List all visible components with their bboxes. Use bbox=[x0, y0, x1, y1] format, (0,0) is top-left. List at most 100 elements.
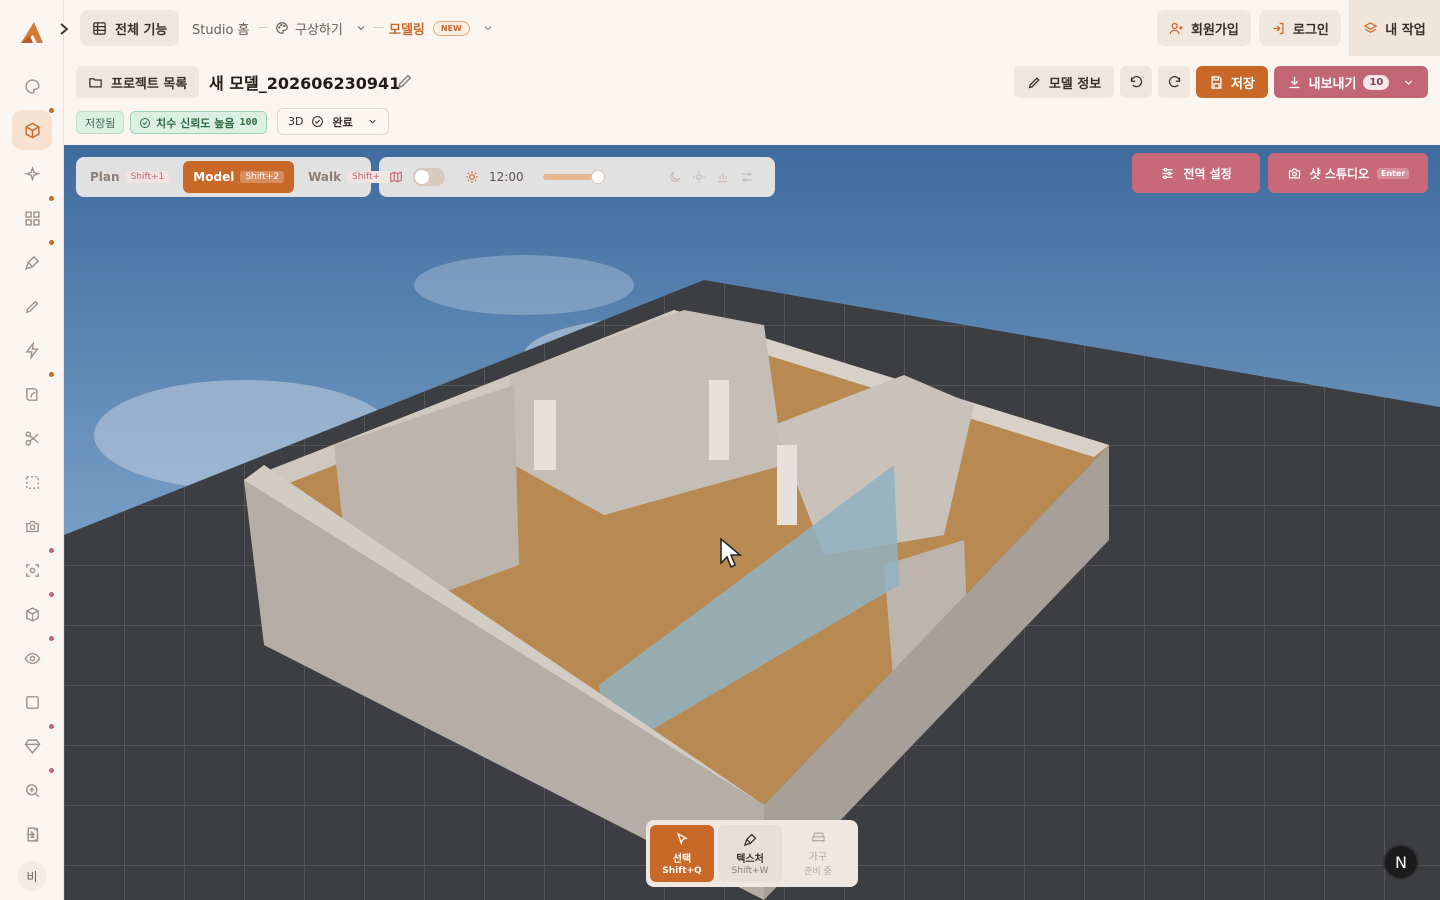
moon-icon[interactable] bbox=[668, 170, 682, 184]
my-work-button[interactable]: 내 작업 bbox=[1349, 0, 1440, 56]
brush-icon bbox=[743, 833, 756, 846]
palette-icon bbox=[24, 78, 40, 94]
tab-model[interactable]: Model Shift+2 bbox=[183, 161, 295, 193]
model-title: 새 모델_202606230941 bbox=[209, 74, 401, 93]
concept-menu[interactable]: 구상하기 bbox=[275, 10, 367, 46]
user-avatar[interactable]: 비 bbox=[17, 861, 47, 891]
select-tool-shortcut: Shift+Q bbox=[662, 865, 702, 876]
undo-button[interactable] bbox=[1120, 66, 1152, 98]
pencil-icon bbox=[1028, 76, 1040, 88]
breadcrumb-separator bbox=[374, 27, 384, 28]
time-slider[interactable] bbox=[543, 170, 608, 184]
sidebar-item-selection[interactable] bbox=[12, 462, 52, 502]
signup-button[interactable]: 회원가입 bbox=[1157, 10, 1251, 46]
export-button[interactable]: 내보내기 10 bbox=[1274, 66, 1428, 98]
sidebar-item-camera[interactable] bbox=[12, 506, 52, 546]
mode-dropdown[interactable]: 3D 완료 bbox=[277, 108, 389, 135]
modeling-menu[interactable]: 모델링 NEW bbox=[389, 10, 494, 46]
project-list-button[interactable]: 프로젝트 목록 bbox=[76, 66, 200, 98]
3d-viewport[interactable]: Plan Shift+1 Model Shift+2 Walk Shift+3 12:… bbox=[64, 145, 1440, 900]
book-leaf-icon bbox=[25, 387, 37, 401]
box-icon bbox=[25, 606, 39, 622]
sidebar-item-lightning[interactable] bbox=[12, 330, 52, 370]
select-tool-button[interactable]: 선택 Shift+Q bbox=[650, 825, 714, 882]
tab-plan[interactable]: Plan Shift+1 bbox=[80, 161, 179, 193]
export-count-badge: 10 bbox=[1363, 74, 1390, 90]
add-user-icon bbox=[1169, 22, 1183, 34]
eye-icon bbox=[24, 652, 40, 664]
sliders-icon[interactable] bbox=[740, 170, 754, 184]
check-circle-icon bbox=[312, 116, 324, 127]
sidebar-item-cube[interactable] bbox=[12, 108, 54, 150]
chart-icon[interactable] bbox=[716, 170, 730, 184]
sidebar-item-zoom[interactable] bbox=[12, 768, 54, 810]
redo-button[interactable] bbox=[1158, 66, 1190, 98]
chevron-down-icon bbox=[357, 26, 365, 31]
all-features-button[interactable]: 전체 기능 bbox=[80, 10, 180, 46]
settings-sliders-icon bbox=[1162, 167, 1173, 179]
grid-icon bbox=[24, 210, 40, 226]
brightness-icon[interactable] bbox=[692, 170, 706, 184]
app-logo-icon[interactable] bbox=[18, 18, 46, 46]
lightning-icon bbox=[24, 341, 39, 359]
sidebar-item-sparkle[interactable] bbox=[12, 154, 52, 194]
sidebar-item-scissors[interactable] bbox=[12, 418, 52, 458]
door bbox=[534, 400, 556, 470]
map-toggle[interactable] bbox=[413, 168, 445, 186]
tab-model-shortcut: Shift+2 bbox=[240, 171, 285, 183]
paint-brush-icon bbox=[24, 255, 39, 270]
sidebar-item-pencil[interactable] bbox=[12, 286, 52, 326]
save-label: 저장 bbox=[1231, 76, 1255, 92]
sidebar-item-square[interactable] bbox=[12, 682, 52, 722]
notification-dot bbox=[49, 724, 54, 729]
n-floating-button[interactable]: N bbox=[1383, 844, 1419, 880]
logout-button[interactable] bbox=[12, 814, 52, 854]
login-button[interactable]: 로그인 bbox=[1259, 10, 1341, 46]
redo-icon bbox=[1168, 75, 1180, 87]
furniture-tool-button[interactable]: 가구 준비 중 bbox=[786, 825, 850, 882]
map-icon[interactable] bbox=[389, 170, 403, 184]
confidence-value: 100 bbox=[239, 117, 258, 128]
zoom-icon bbox=[25, 783, 39, 797]
texture-tool-label: 텍스처 bbox=[736, 853, 764, 865]
sparkle-icon bbox=[24, 165, 40, 182]
texture-tool-button[interactable]: 텍스처 Shift+W bbox=[718, 825, 782, 882]
sidebar-item-palette[interactable] bbox=[12, 66, 52, 106]
sidebar-item-paint-brush[interactable] bbox=[12, 240, 54, 282]
notification-dot bbox=[49, 768, 54, 773]
sofa-icon bbox=[811, 832, 825, 842]
mode-state-label: 완료 bbox=[332, 115, 353, 129]
camera-icon bbox=[1288, 168, 1300, 178]
studio-home-link[interactable]: Studio 홈 bbox=[192, 10, 250, 46]
sidebar-item-book-leaf[interactable] bbox=[12, 372, 54, 414]
sidebar-item-scan[interactable] bbox=[12, 548, 54, 590]
time-value: 12:00 bbox=[489, 170, 524, 184]
square-icon bbox=[25, 695, 39, 709]
shot-studio-button[interactable]: 샷 스튜디오 Enter bbox=[1268, 153, 1428, 193]
3d-scene[interactable] bbox=[64, 145, 1440, 900]
tab-model-label: Model bbox=[193, 170, 235, 184]
check-circle-icon bbox=[140, 117, 150, 128]
notification-dot bbox=[49, 240, 54, 245]
scissors-icon bbox=[24, 430, 39, 446]
cube-icon bbox=[24, 122, 40, 138]
notification-dot bbox=[49, 196, 54, 201]
login-arrow-icon bbox=[26, 827, 38, 841]
sidebar: 비 bbox=[0, 0, 69, 900]
scan-icon bbox=[25, 563, 39, 577]
global-settings-button[interactable]: 전역 설정 bbox=[1132, 153, 1260, 193]
selection-icon bbox=[25, 475, 39, 489]
sidebar-item-eye[interactable] bbox=[12, 636, 54, 678]
gem-icon bbox=[24, 738, 40, 754]
sidebar-item-box[interactable] bbox=[12, 592, 54, 634]
notification-dot bbox=[49, 108, 54, 113]
model-info-label: 모델 정보 bbox=[1048, 76, 1102, 92]
confidence-label: 치수 신뢰도 높음 bbox=[156, 116, 235, 130]
save-button[interactable]: 저장 bbox=[1196, 66, 1268, 98]
edit-pencil-icon[interactable] bbox=[396, 72, 414, 90]
sidebar-item-gem[interactable] bbox=[12, 724, 54, 766]
model-info-button[interactable]: 모델 정보 bbox=[1014, 66, 1114, 98]
table-grid-icon bbox=[93, 21, 106, 35]
time-slider-knob[interactable] bbox=[591, 170, 606, 184]
sidebar-item-grid[interactable] bbox=[12, 196, 54, 238]
